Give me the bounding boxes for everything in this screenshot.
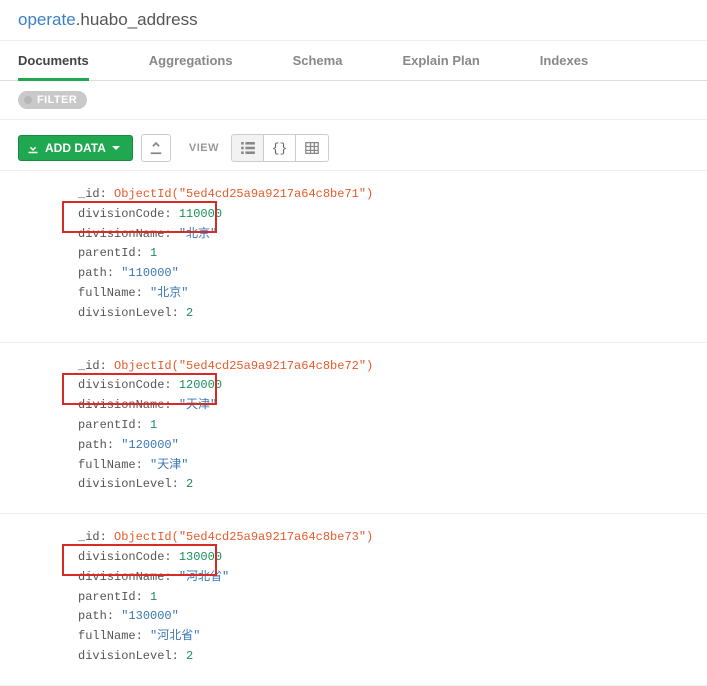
field-divisionname: "天津" <box>179 398 217 412</box>
field-fullname: "北京" <box>150 286 188 300</box>
field-fullname: "天津" <box>150 458 188 472</box>
field-divisionname: "北京" <box>179 227 217 241</box>
list-icon <box>241 142 255 154</box>
upload-icon <box>149 141 163 155</box>
view-table-button[interactable] <box>296 135 328 161</box>
filter-label: FILTER <box>37 94 77 106</box>
toolbar: ADD DATA VIEW {} <box>0 120 707 170</box>
view-label: VIEW <box>189 142 219 154</box>
view-list-button[interactable] <box>232 135 264 161</box>
filter-dot-icon <box>24 96 32 104</box>
breadcrumb-collection: .huabo_address <box>76 10 198 29</box>
field-fullname: "河北省" <box>150 629 200 643</box>
document-list: _id: ObjectId("5ed4cd25a9a9217a64c8be71"… <box>0 170 707 686</box>
document-card[interactable]: _id: ObjectId("5ed4cd25a9a9217a64c8be71"… <box>0 171 707 343</box>
field-parentid: 1 <box>150 418 157 432</box>
field-divisionlevel: 2 <box>186 306 193 320</box>
field-divisionname: "河北省" <box>179 570 229 584</box>
field-id: ObjectId("5ed4cd25a9a9217a64c8be73") <box>114 530 373 544</box>
field-parentid: 1 <box>150 590 157 604</box>
download-icon <box>27 142 39 154</box>
breadcrumb-database[interactable]: operate <box>18 10 76 29</box>
field-parentid: 1 <box>150 246 157 260</box>
view-json-button[interactable]: {} <box>264 135 296 161</box>
field-id: ObjectId("5ed4cd25a9a9217a64c8be71") <box>114 187 373 201</box>
add-data-button[interactable]: ADD DATA <box>18 135 133 161</box>
field-path: "130000" <box>121 609 179 623</box>
tab-indexes[interactable]: Indexes <box>540 41 588 80</box>
add-data-label: ADD DATA <box>45 141 106 155</box>
field-divisioncode: 120000 <box>179 378 222 392</box>
field-divisionlevel: 2 <box>186 649 193 663</box>
tab-documents[interactable]: Documents <box>18 41 89 80</box>
tab-schema[interactable]: Schema <box>293 41 343 80</box>
view-mode-segment: {} <box>231 134 329 162</box>
table-icon <box>305 142 319 154</box>
field-divisioncode: 130000 <box>179 550 222 564</box>
document-card[interactable]: _id: ObjectId("5ed4cd25a9a9217a64c8be73"… <box>0 514 707 686</box>
field-divisionlevel: 2 <box>186 477 193 491</box>
breadcrumb: operate.huabo_address <box>0 0 707 41</box>
filter-pill[interactable]: FILTER <box>18 91 87 109</box>
caret-down-icon <box>112 146 120 150</box>
document-card[interactable]: _id: ObjectId("5ed4cd25a9a9217a64c8be72"… <box>0 343 707 515</box>
tab-aggregations[interactable]: Aggregations <box>149 41 233 80</box>
tab-explain-plan[interactable]: Explain Plan <box>402 41 479 80</box>
import-file-button[interactable] <box>141 134 171 162</box>
field-path: "120000" <box>121 438 179 452</box>
tabs: Documents Aggregations Schema Explain Pl… <box>0 41 707 81</box>
field-divisioncode: 110000 <box>179 207 222 221</box>
filter-bar: FILTER <box>0 81 707 120</box>
braces-icon: {} <box>272 141 288 156</box>
field-path: "110000" <box>121 266 179 280</box>
field-id: ObjectId("5ed4cd25a9a9217a64c8be72") <box>114 359 373 373</box>
